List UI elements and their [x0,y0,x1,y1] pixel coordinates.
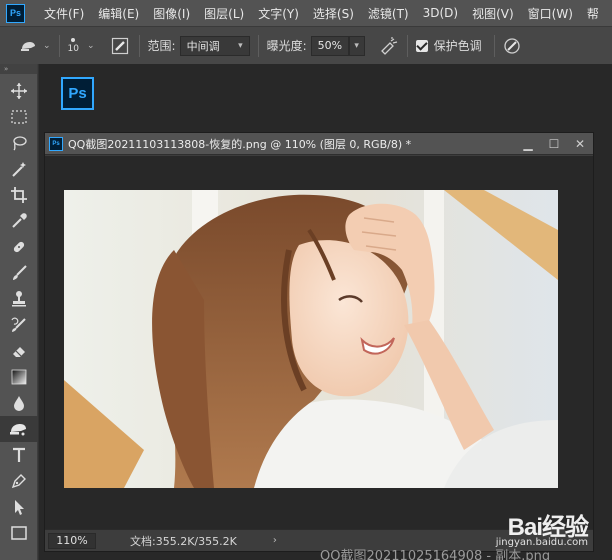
menu-select[interactable]: 选择(S) [306,5,361,22]
history-brush-tool-icon[interactable] [0,312,38,338]
exposure-label: 曝光度: [266,39,307,53]
close-button[interactable]: ✕ [567,134,593,154]
tools-panel: » [0,64,38,560]
brush-picker[interactable]: 10 ⌄ [67,37,95,54]
menu-file[interactable]: 文件(F) [37,5,91,22]
photo-of-smiling-woman [64,190,558,488]
marquee-tool-icon[interactable] [0,104,38,130]
exposure-value: 50% [317,39,343,52]
dodge-tool-preset-icon [21,41,35,51]
document-size-info: 文档:355.2K/355.2K [130,534,237,548]
range-select[interactable]: 中间调 ▾ [179,35,250,56]
dodge-tool-icon[interactable] [0,416,38,442]
separator [138,34,140,57]
lasso-tool-icon[interactable] [0,130,38,156]
zoom-level: 110% [56,534,88,547]
document-tab[interactable]: Ps QQ截图20211103113808-恢复的.png @ 110% (图层… [45,133,593,155]
menu-edit[interactable]: 编辑(E) [91,5,146,22]
maximize-button[interactable]: ☐ [541,134,567,154]
brush-size: 10 [67,43,79,54]
photoshop-logo-icon: Ps [6,3,25,23]
blur-tool-icon[interactable] [0,390,38,416]
canvas-area[interactable] [45,156,593,529]
range-label: 范围: [147,39,176,53]
healing-brush-tool-icon[interactable] [0,234,38,260]
chevron-down-icon: ▾ [238,40,243,51]
range-value: 中间调 [186,39,220,53]
canvas-image[interactable] [64,190,558,488]
separator [493,34,495,57]
photoshop-doc-icon: Ps [49,136,63,151]
chevron-down-icon: ⌄ [43,40,51,51]
separator [58,34,60,57]
eraser-tool-icon[interactable] [0,338,38,364]
options-bar: ⌄ 10 ⌄ 范围: 中间调 ▾ 曝光度: 50% ▾ 保护色调 [0,26,612,64]
crop-tool-icon[interactable] [0,182,38,208]
path-selection-tool-icon[interactable] [0,494,38,520]
rectangle-tool-icon[interactable] [0,520,38,546]
workspace: Ps Ps QQ截图20211103113808-恢复的.png @ 110% … [39,64,612,560]
brush-settings-icon[interactable] [111,37,129,55]
pressure-size-icon[interactable] [503,37,521,55]
brush-tool-icon[interactable] [0,260,38,286]
menu-help[interactable]: 帮 [580,5,606,22]
minimize-button[interactable]: ▁ [515,134,541,154]
exposure-input[interactable]: 50% [310,35,349,56]
airbrush-icon[interactable] [379,36,399,55]
document-window: Ps QQ截图20211103113808-恢复的.png @ 110% (图层… [44,132,594,552]
protect-tones-label: 保护色调 [433,39,482,53]
menu-image[interactable]: 图像(I) [146,5,197,22]
chevron-down-icon: ▾ [354,40,359,51]
watermark-url: jingyan.baidu.com [495,537,588,548]
zoom-level-input[interactable]: 110% [48,532,96,549]
type-tool-icon[interactable] [0,442,38,468]
menu-type[interactable]: 文字(Y) [251,5,306,22]
menu-3d[interactable]: 3D(D) [416,6,465,20]
menu-layer[interactable]: 图层(L) [197,5,251,22]
status-menu-arrow-icon[interactable]: › [273,535,277,546]
move-tool-icon[interactable] [0,78,38,104]
menu-bar: Ps 文件(F) 编辑(E) 图像(I) 图层(L) 文字(Y) 选择(S) 滤… [0,0,612,26]
separator [257,34,259,57]
gradient-tool-icon[interactable] [0,364,38,390]
chevron-down-icon: ⌄ [87,40,95,51]
photoshop-home-icon[interactable]: Ps [61,77,94,110]
brush-tip-icon [71,37,76,42]
baidu-jingyan-watermark: Bai经验 jingyan.baidu.com [496,507,589,548]
clone-stamp-tool-icon[interactable] [0,286,38,312]
document-title: QQ截图20211103113808-恢复的.png @ 110% (图层 0,… [68,137,412,151]
collapse-tools-icon[interactable]: » [0,64,37,74]
pen-tool-icon[interactable] [0,468,38,494]
eyedropper-tool-icon[interactable] [0,208,38,234]
menu-view[interactable]: 视图(V) [465,5,521,22]
tool-preset-picker[interactable]: ⌄ [20,39,51,53]
menu-window[interactable]: 窗口(W) [521,5,580,22]
menu-filter[interactable]: 滤镜(T) [361,5,416,22]
protect-tones-checkbox[interactable] [415,39,428,52]
separator [406,34,408,57]
exposure-dropdown[interactable]: ▾ [348,35,365,56]
magic-wand-tool-icon[interactable] [0,156,38,182]
